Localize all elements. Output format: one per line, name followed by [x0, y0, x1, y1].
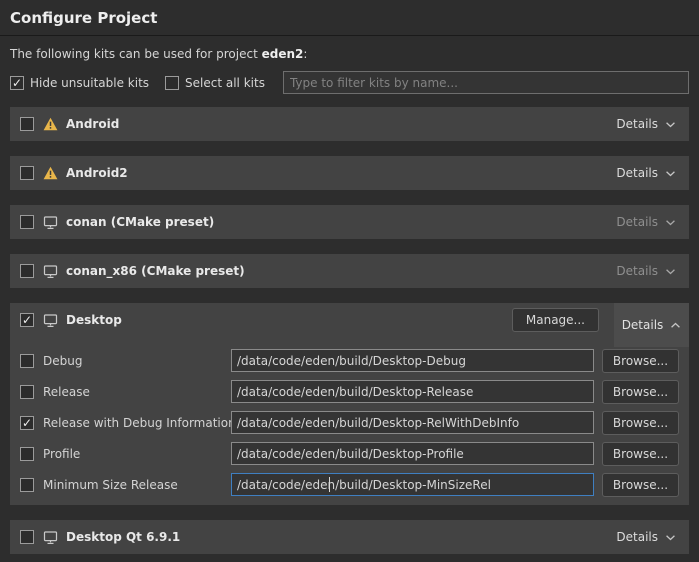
kit-block-android: Android Details	[10, 107, 689, 141]
kit-row-conan-cmake-preset[interactable]: conan (CMake preset) Details	[10, 205, 689, 239]
desktop-icon	[43, 530, 58, 545]
kit-block-desktop-qt-6-9-1: Desktop Qt 6.9.1 Details	[10, 520, 689, 554]
browse-button-release[interactable]: Browse...	[602, 380, 679, 404]
path-input-release-with-debug-information[interactable]	[231, 411, 594, 434]
details-toggle-desktop[interactable]: Details	[614, 303, 689, 347]
select-all-kits-checkbox[interactable]	[165, 76, 179, 90]
kit-name-desktop-qt-6-9-1: Desktop Qt 6.9.1	[66, 530, 180, 544]
details-toggle-conan-cmake-preset[interactable]: Details	[616, 215, 689, 229]
config-label-release-with-debug-information: Release with Debug Information	[43, 416, 231, 430]
hide-unsuitable-kits-checkbox-group[interactable]: ✓ Hide unsuitable kits	[10, 76, 149, 90]
details-label: Details	[616, 215, 658, 229]
config-checkbox-release[interactable]	[20, 385, 34, 399]
path-field-wrap-release	[231, 380, 594, 403]
path-field-wrap-debug	[231, 349, 594, 372]
config-row-profile: Profile Browse...	[20, 442, 679, 465]
config-row-release: Release Browse...	[20, 380, 679, 403]
intro-suffix: :	[303, 47, 307, 61]
hide-unsuitable-kits-checkbox[interactable]: ✓	[10, 76, 24, 90]
kit-checkbox-desktop[interactable]: ✓	[20, 313, 34, 327]
path-input-minimum-size-release[interactable]	[231, 473, 594, 496]
kit-name-conan-x86-cmake-preset: conan_x86 (CMake preset)	[66, 264, 245, 278]
details-toggle-desktop-qt-6-9-1[interactable]: Details	[616, 530, 689, 544]
details-toggle-android2[interactable]: Details	[616, 166, 689, 180]
details-label: Details	[616, 264, 658, 278]
hide-unsuitable-kits-label: Hide unsuitable kits	[30, 76, 149, 90]
config-checkbox-profile[interactable]	[20, 447, 34, 461]
path-field-wrap-profile	[231, 442, 594, 465]
config-row-debug: Debug Browse...	[20, 349, 679, 372]
details-toggle-android[interactable]: Details	[616, 117, 689, 131]
kit-filter-input[interactable]	[283, 71, 689, 94]
kit-name-android: Android	[66, 117, 119, 131]
path-input-debug[interactable]	[231, 349, 594, 372]
chevron-down-icon	[665, 170, 676, 177]
kit-checkbox-android2[interactable]	[20, 166, 34, 180]
config-label-minimum-size-release: Minimum Size Release	[43, 478, 231, 492]
config-checkbox-release-with-debug-information[interactable]: ✓	[20, 416, 34, 430]
browse-button-debug[interactable]: Browse...	[602, 349, 679, 373]
kit-row-desktop[interactable]: ✓ Desktop Manage... Details	[10, 303, 689, 337]
warning-icon	[43, 166, 58, 180]
config-row-release-with-debug-information: ✓ Release with Debug Information Browse...	[20, 411, 679, 434]
build-configs-desktop: Debug Browse... Release Browse... ✓ Release w…	[10, 337, 689, 505]
details-label: Details	[616, 166, 658, 180]
config-checkbox-debug[interactable]	[20, 354, 34, 368]
browse-button-minimum-size-release[interactable]: Browse...	[602, 473, 679, 497]
chevron-down-icon	[665, 121, 676, 128]
intro-prefix: The following kits can be used for proje…	[10, 47, 262, 61]
kit-checkbox-android[interactable]	[20, 117, 34, 131]
chevron-down-icon	[665, 268, 676, 275]
kit-filter-wrap	[283, 71, 689, 94]
browse-button-release-with-debug-information[interactable]: Browse...	[602, 411, 679, 435]
browse-button-profile[interactable]: Browse...	[602, 442, 679, 466]
project-name: eden2	[262, 47, 304, 61]
kit-block-conan-cmake-preset: conan (CMake preset) Details	[10, 205, 689, 239]
config-row-minimum-size-release: Minimum Size Release Browse...	[20, 473, 679, 496]
manage-kits-button[interactable]: Manage...	[512, 308, 599, 332]
desktop-icon	[43, 264, 58, 279]
kit-checkbox-conan-cmake-preset[interactable]	[20, 215, 34, 229]
config-label-debug: Debug	[43, 354, 231, 368]
text-caret	[329, 477, 330, 492]
config-label-release: Release	[43, 385, 231, 399]
kit-checkbox-desktop-qt-6-9-1[interactable]	[20, 530, 34, 544]
config-label-profile: Profile	[43, 447, 231, 461]
kit-filter-controls: ✓ Hide unsuitable kits Select all kits	[10, 71, 689, 94]
kit-row-conan-x86-cmake-preset[interactable]: conan_x86 (CMake preset) Details	[10, 254, 689, 288]
path-field-wrap-release-with-debug-information	[231, 411, 594, 434]
details-label: Details	[622, 318, 664, 332]
kit-row-android[interactable]: Android Details	[10, 107, 689, 141]
kit-checkbox-conan-x86-cmake-preset[interactable]	[20, 264, 34, 278]
intro-text: The following kits can be used for proje…	[10, 47, 689, 61]
path-input-release[interactable]	[231, 380, 594, 403]
chevron-down-icon	[665, 219, 676, 226]
config-checkbox-minimum-size-release[interactable]	[20, 478, 34, 492]
kit-name-conan-cmake-preset: conan (CMake preset)	[66, 215, 214, 229]
path-field-wrap-minimum-size-release	[231, 473, 594, 496]
chevron-down-icon	[665, 534, 676, 541]
desktop-icon	[43, 313, 58, 328]
select-all-kits-label: Select all kits	[185, 76, 265, 90]
kit-name-android2: Android2	[66, 166, 128, 180]
path-input-profile[interactable]	[231, 442, 594, 465]
details-label: Details	[616, 530, 658, 544]
kit-row-android2[interactable]: Android2 Details	[10, 156, 689, 190]
select-all-kits-checkbox-group[interactable]: Select all kits	[165, 76, 265, 90]
page-title: Configure Project	[10, 9, 689, 27]
dialog-title-bar: Configure Project	[0, 0, 699, 36]
kit-name-desktop: Desktop	[66, 313, 122, 327]
warning-icon	[43, 117, 58, 131]
details-label: Details	[616, 117, 658, 131]
kit-list: AndroidDetailsAndroid2Detailsconan (CMak…	[10, 107, 689, 554]
kit-block-conan-x86-cmake-preset: conan_x86 (CMake preset) Details	[10, 254, 689, 288]
kit-block-android2: Android2 Details	[10, 156, 689, 190]
kit-block-desktop: ✓DesktopManage...DetailsDebugBrowse...Re…	[10, 303, 689, 505]
kit-row-desktop-qt-6-9-1[interactable]: Desktop Qt 6.9.1 Details	[10, 520, 689, 554]
desktop-icon	[43, 215, 58, 230]
chevron-up-icon	[670, 322, 681, 329]
details-toggle-conan-x86-cmake-preset[interactable]: Details	[616, 264, 689, 278]
